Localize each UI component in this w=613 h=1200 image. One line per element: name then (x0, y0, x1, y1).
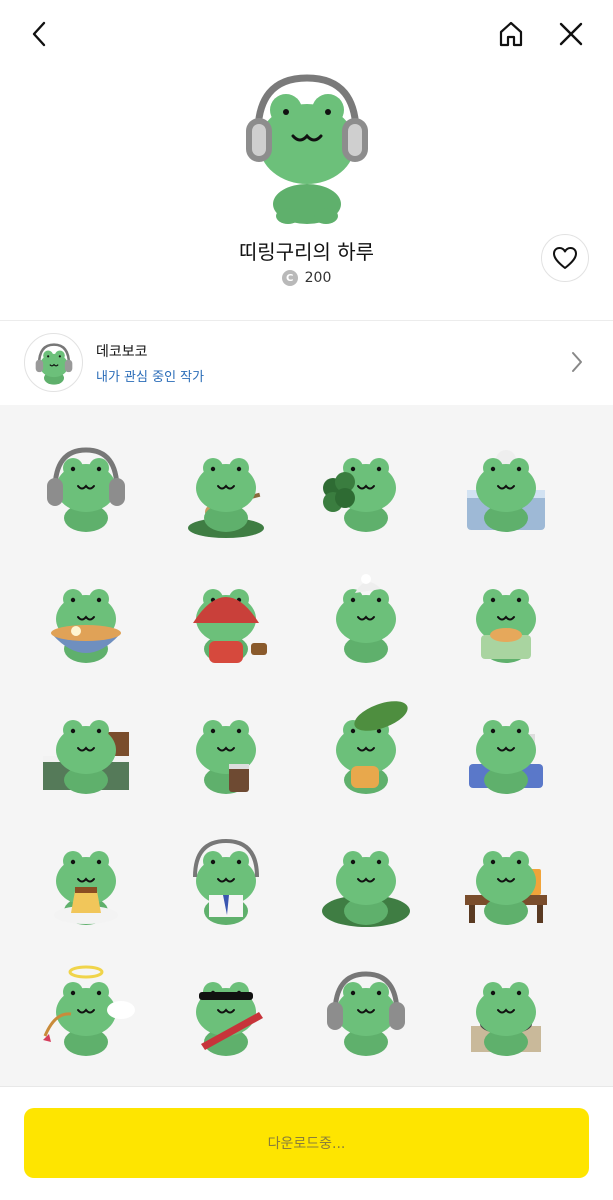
heart-outline-icon (553, 247, 577, 269)
sticker-frog-cupid[interactable] (31, 956, 141, 1066)
sticker-frog-hotpot[interactable] (451, 956, 561, 1066)
author-avatar (24, 333, 83, 392)
sticker-frog-strawberry-hood[interactable] (171, 563, 281, 673)
sticker-frog-guitar-sunglasses[interactable] (171, 956, 281, 1066)
sticker-grid (0, 405, 613, 1086)
footer-divider (0, 1086, 613, 1087)
sticker-frog-headphones-sleepy[interactable] (311, 956, 421, 1066)
close-button[interactable] (551, 14, 591, 54)
download-button[interactable]: 다운로드중... (24, 1108, 589, 1178)
sticker-frog-office-tie[interactable] (171, 825, 281, 935)
price-row: C 200 (0, 270, 613, 286)
sticker-frog-sleepy-nightcap[interactable] (311, 563, 421, 673)
sticker-frog-dumplings-juice[interactable] (451, 825, 561, 935)
chevron-left-icon (32, 21, 46, 47)
sticker-frog-headphones[interactable] (31, 432, 141, 542)
sticker-frog-study-desk[interactable] (451, 694, 561, 804)
sticker-frog-coffee[interactable] (171, 694, 281, 804)
like-button[interactable] (541, 234, 589, 282)
close-icon (559, 22, 583, 46)
back-button[interactable] (20, 14, 60, 54)
sticker-frog-ukulele[interactable] (171, 432, 281, 542)
coin-icon: C (281, 270, 298, 286)
author-name: 데코보코 (96, 344, 148, 360)
author-subtitle: 내가 관심 중인 작가 (96, 370, 205, 385)
emoticon-title: 띠링구리의 하루 (238, 240, 375, 264)
sticker-frog-pudding[interactable] (31, 825, 141, 935)
sticker-frog-bath[interactable] (451, 432, 561, 542)
chevron-right-icon (572, 352, 582, 372)
price-value: 200 (304, 270, 332, 286)
sticker-frog-ramen[interactable] (31, 563, 141, 673)
sticker-frog-clover[interactable] (311, 432, 421, 542)
sticker-frog-bed[interactable] (31, 694, 141, 804)
sticker-frog-lily-pad[interactable] (311, 825, 421, 935)
author-row[interactable]: 데코보코 내가 관심 중인 작가 (0, 321, 613, 405)
home-icon (499, 21, 523, 47)
sticker-frog-leaf-umbrella[interactable] (311, 694, 421, 804)
emoticon-cover-image (236, 66, 378, 226)
top-bar (0, 0, 613, 66)
sticker-frog-pancake[interactable] (451, 563, 561, 673)
home-button[interactable] (491, 14, 531, 54)
